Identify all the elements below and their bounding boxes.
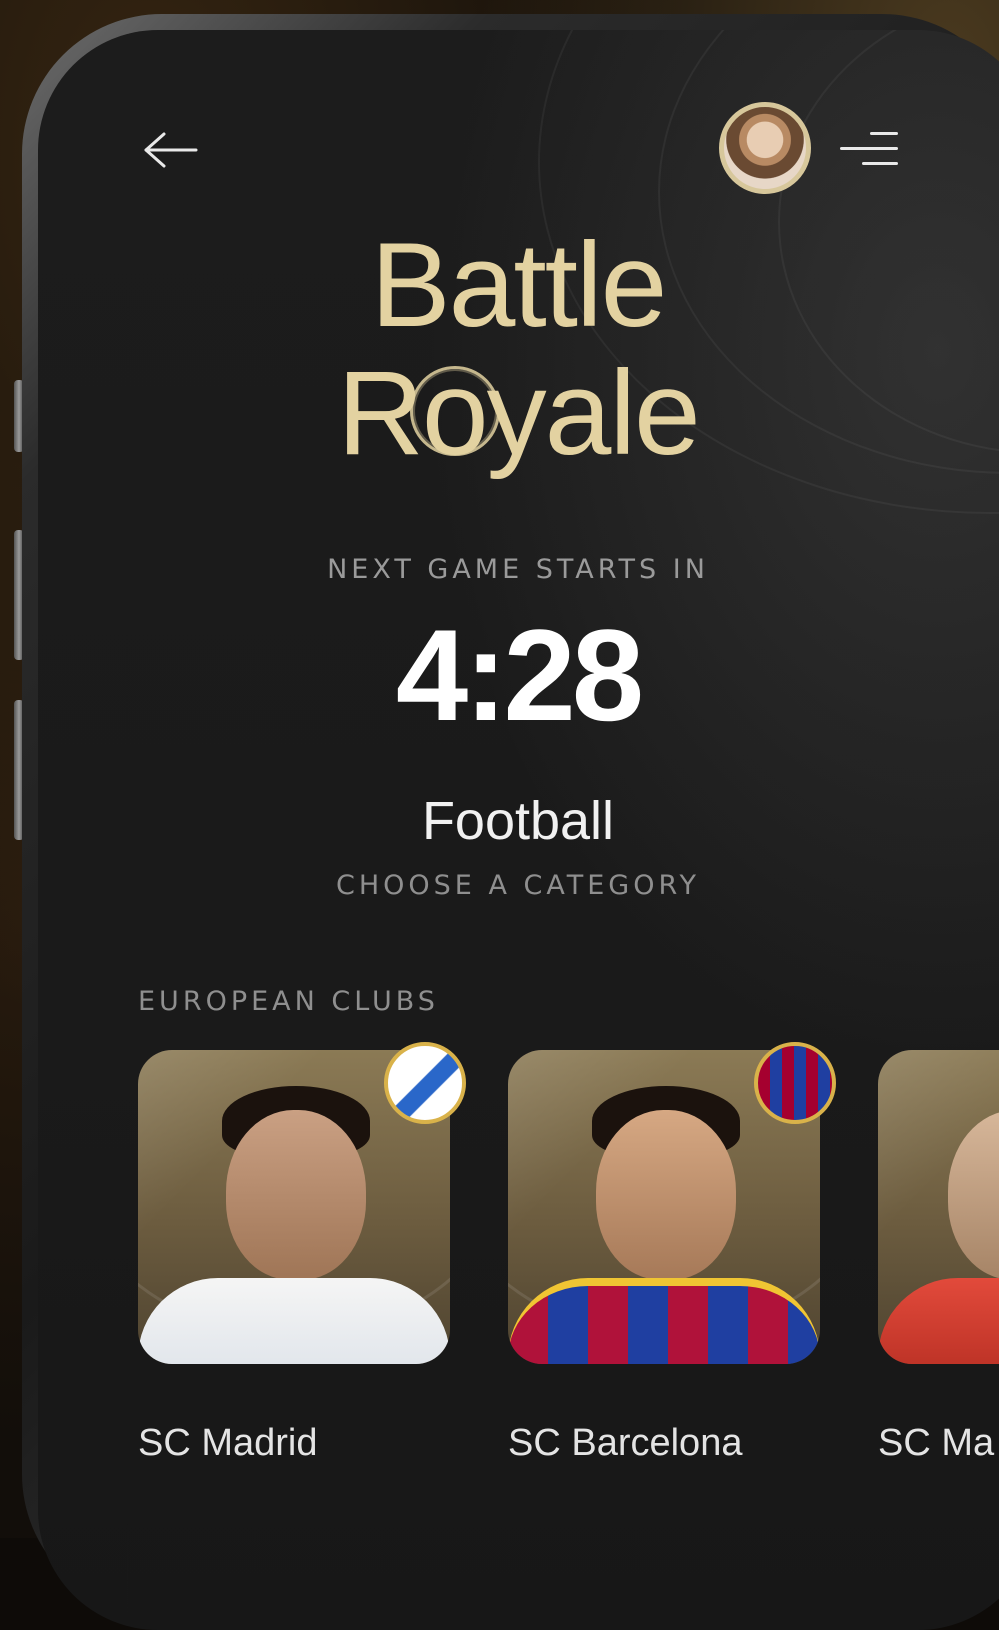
club-name-madrid: SC Madrid — [138, 1422, 318, 1464]
club-name-barcelona: SC Barcelona — [508, 1422, 743, 1464]
section-title: EUROPEAN CLUBS — [138, 986, 439, 1017]
page-title-line-2: Royale — [337, 346, 701, 480]
menu-line — [870, 132, 898, 135]
menu-line — [862, 162, 898, 165]
player-shirt — [878, 1278, 999, 1364]
page-title-line-1: Battle — [370, 218, 668, 352]
club-card-third[interactable] — [878, 1050, 999, 1364]
menu-icon[interactable] — [838, 128, 898, 172]
logo-ring-icon — [410, 366, 500, 456]
user-avatar[interactable] — [719, 102, 811, 194]
back-arrow-icon[interactable] — [142, 128, 198, 172]
player-face — [596, 1110, 736, 1280]
player-face — [948, 1110, 999, 1280]
club-name-third: SC Ma — [878, 1422, 995, 1464]
player-shirt — [138, 1278, 450, 1364]
countdown-timer: 4:28 — [395, 602, 644, 748]
category-hint: CHOOSE A CATEGORY — [336, 870, 700, 901]
countdown-label: NEXT GAME STARTS IN — [327, 554, 709, 585]
player-face — [226, 1110, 366, 1280]
player-shirt — [508, 1278, 820, 1364]
category-title: Football — [421, 791, 615, 851]
club-crest-icon — [384, 1042, 466, 1124]
app-screen: Battle Royale NEXT GAME STARTS IN 4:28 F… — [38, 30, 999, 1630]
menu-line — [840, 147, 898, 150]
club-crest-icon — [754, 1042, 836, 1124]
